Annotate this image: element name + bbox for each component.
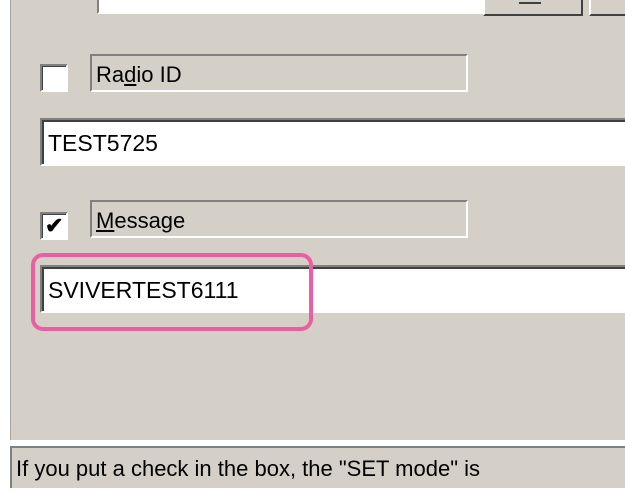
top-button-1[interactable]	[483, 0, 583, 16]
message-label: Message	[90, 200, 468, 238]
radio-id-label-accel: d	[124, 62, 137, 87]
checkmark-icon: ✔	[45, 213, 64, 238]
message-input[interactable]: SVIVERTEST6111	[40, 265, 625, 313]
radio-id-label-suffix: io ID	[136, 62, 182, 87]
status-bar: If you put a check in the box, the "SET …	[10, 446, 625, 488]
radio-id-label-prefix: Ra	[96, 62, 125, 87]
dialog-window: Radio ID TEST5725 ✔ Message SVIVERTEST61…	[0, 0, 625, 493]
message-label-suffix: essage	[114, 208, 186, 233]
top-button-1-face	[519, 0, 541, 4]
radio-id-checkbox[interactable]	[40, 64, 68, 92]
radio-id-input[interactable]: TEST5725	[40, 118, 625, 166]
radio-id-label: Radio ID	[90, 54, 468, 92]
message-label-accel: M	[96, 208, 115, 233]
top-button-2[interactable]	[589, 0, 625, 16]
message-checkbox[interactable]: ✔	[40, 212, 68, 240]
top-text-field[interactable]	[97, 0, 485, 14]
